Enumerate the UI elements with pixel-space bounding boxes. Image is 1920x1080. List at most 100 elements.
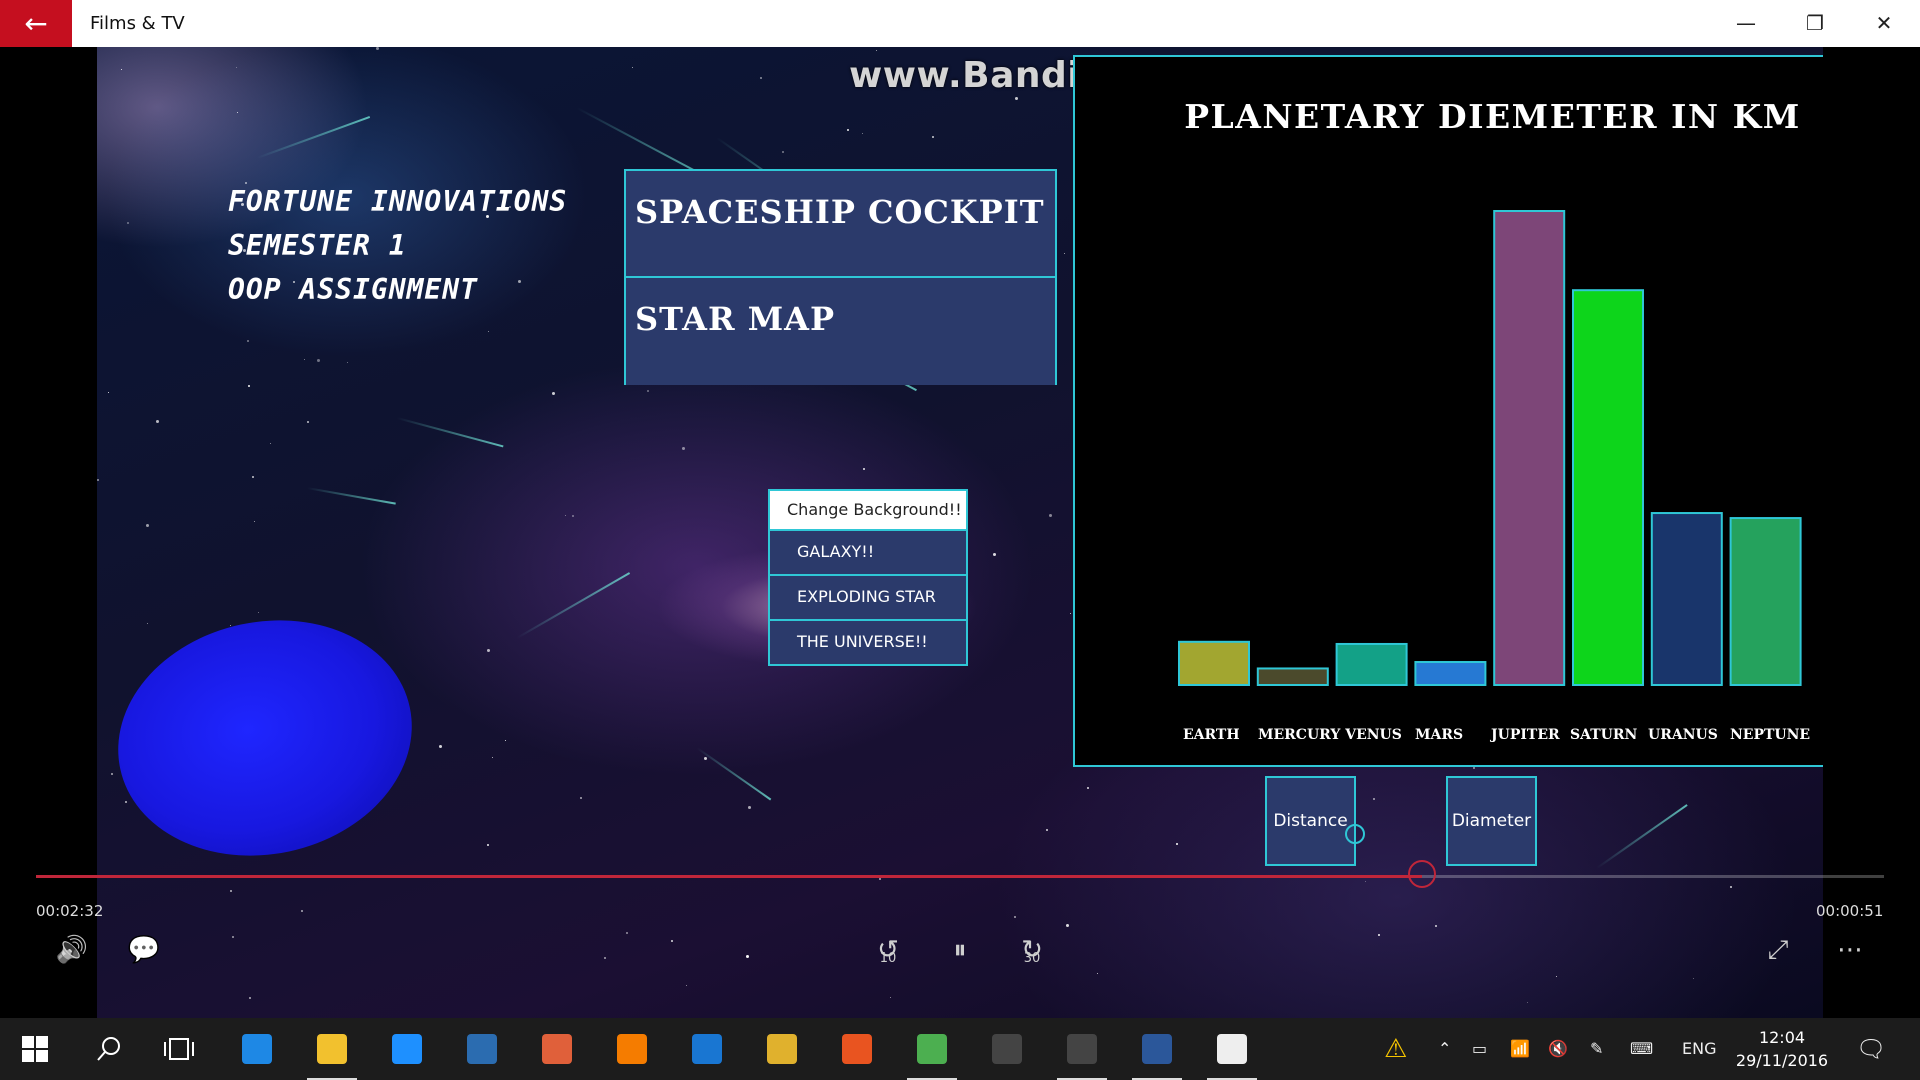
battery-icon[interactable]: ▭ <box>1472 1018 1487 1080</box>
back-button[interactable]: ← <box>0 0 72 47</box>
volume-button[interactable]: 🔊 <box>54 935 90 965</box>
pen-icon[interactable]: ✎ <box>1590 1018 1603 1080</box>
warning-icon[interactable]: ⚠ <box>1384 1018 1407 1080</box>
bar-saturn <box>1572 289 1644 686</box>
taskbar-app-ubuntu[interactable] <box>826 1018 888 1080</box>
seek-bar[interactable] <box>36 860 1884 888</box>
star-streak <box>516 572 631 639</box>
bg-option-galaxy[interactable]: GALAXY!! <box>768 531 968 576</box>
menu-spaceship-cockpit[interactable]: SPACESHIP COCKPIT <box>626 171 1055 278</box>
clock[interactable]: 12:04 29/11/2016 <box>1730 1026 1834 1072</box>
taskbar-app-word[interactable] <box>1126 1018 1188 1080</box>
more-button[interactable]: ⋯ <box>1830 935 1870 965</box>
search-button[interactable] <box>78 1018 140 1080</box>
volume-muted-icon[interactable]: 🔇 <box>1548 1018 1568 1080</box>
star-dot <box>97 479 99 481</box>
firefox-icon <box>617 1034 647 1064</box>
start-button[interactable] <box>4 1018 66 1080</box>
star-dot <box>863 468 865 470</box>
taskbar-app-dropbox[interactable] <box>376 1018 438 1080</box>
menu-star-map[interactable]: STAR MAP <box>626 278 1055 385</box>
bg-option-universe[interactable]: THE UNIVERSE!! <box>768 621 968 666</box>
star-dot <box>1097 973 1098 974</box>
taskbar-app-file-explorer[interactable] <box>301 1018 363 1080</box>
fullscreen-button[interactable]: ⤢ <box>1758 935 1798 966</box>
bar-mercury <box>1256 667 1329 687</box>
taskbar-app-firefox[interactable] <box>601 1018 663 1080</box>
taskbar-app-edge[interactable] <box>226 1018 288 1080</box>
star-dot <box>746 955 749 958</box>
star-dot <box>760 77 762 79</box>
minimize-button[interactable]: — <box>1712 0 1780 47</box>
search-icon <box>97 1037 120 1061</box>
star-dot <box>932 136 934 138</box>
app-p2-icon <box>1067 1034 1097 1064</box>
keyboard-icon[interactable]: ⌨ <box>1630 1018 1653 1080</box>
language-indicator[interactable]: ENG <box>1682 1018 1716 1080</box>
skip-back-button[interactable]: ↺ 10 <box>868 935 908 966</box>
pause-button[interactable]: ⏸ <box>940 935 980 966</box>
star-dot <box>876 50 877 51</box>
star-dot <box>1556 976 1557 977</box>
x-tick-label: MARS <box>1415 727 1463 743</box>
star-dot <box>1046 829 1048 831</box>
star-streak <box>306 487 396 505</box>
taskbar-app-touch[interactable] <box>451 1018 513 1080</box>
star-dot <box>111 773 113 775</box>
star-dot <box>230 890 232 892</box>
fullscreen-icon: ⤢ <box>1767 935 1789 965</box>
close-button[interactable]: ✕ <box>1850 0 1918 47</box>
subtitles-button[interactable]: 💬 <box>126 935 162 965</box>
diameter-button[interactable]: Diameter <box>1446 776 1537 866</box>
star-dot <box>249 997 251 999</box>
star-dot <box>993 553 996 556</box>
star-dot <box>632 67 633 68</box>
file-explorer-icon <box>317 1034 347 1064</box>
taskbar-app-gitkraken[interactable] <box>901 1018 963 1080</box>
wifi-icon[interactable]: 📶 <box>1510 1018 1530 1080</box>
bg-option-exploding-star[interactable]: EXPLODING STAR <box>768 576 968 621</box>
video-frame: www.Bandicam.com FORTUNE INNOVATIONS SEM… <box>97 47 1823 1018</box>
taskbar-app-app-p1[interactable] <box>976 1018 1038 1080</box>
chrome-icon <box>767 1034 797 1064</box>
taskbar-app-cc3[interactable] <box>676 1018 738 1080</box>
star-dot <box>236 67 237 68</box>
star-dot <box>376 47 379 50</box>
skip-forward-button[interactable]: ↻ 30 <box>1012 935 1052 966</box>
star-dot <box>686 985 687 986</box>
taskbar-app-films-tv[interactable] <box>1201 1018 1263 1080</box>
seek-thumb[interactable] <box>1408 860 1436 888</box>
distance-button[interactable]: Distance <box>1265 776 1356 866</box>
more-icon: ⋯ <box>1837 935 1863 965</box>
taskbar-app-app-p2[interactable] <box>1051 1018 1113 1080</box>
clock-date: 29/11/2016 <box>1735 1051 1829 1070</box>
taskbar-app-chrome[interactable] <box>751 1018 813 1080</box>
cc3-icon <box>692 1034 722 1064</box>
star-dot <box>248 385 250 387</box>
remaining-time: 00:00:51 <box>1816 902 1884 920</box>
notifications-icon[interactable]: 🗨 <box>1856 1018 1886 1080</box>
star-dot <box>1049 514 1052 517</box>
star-dot <box>252 476 254 478</box>
taskbar-app-paint[interactable] <box>526 1018 588 1080</box>
video-area[interactable]: www.Bandicam.com FORTUNE INNOVATIONS SEM… <box>0 47 1920 1018</box>
star-dot <box>782 151 784 153</box>
pause-icon: ⏸ <box>953 935 967 965</box>
star-dot <box>1527 1002 1528 1003</box>
tray-expand-icon[interactable]: ⌃ <box>1438 1018 1451 1080</box>
restore-icon: ❐ <box>1806 11 1824 35</box>
star-dot <box>237 112 238 113</box>
star-dot <box>890 997 891 998</box>
task-view-button[interactable] <box>148 1018 210 1080</box>
restore-button[interactable]: ❐ <box>1781 0 1849 47</box>
x-tick-label: JUPITER <box>1489 727 1560 743</box>
star-dot <box>1070 613 1071 614</box>
change-background-button[interactable]: Change Background!! <box>768 489 968 531</box>
star-dot <box>1014 916 1016 918</box>
subtitles-icon: 💬 <box>127 935 161 965</box>
star-dot <box>317 359 320 362</box>
star-dot <box>647 390 649 392</box>
taskbar: ⚠ ⌃ ▭ 📶 🔇 ✎ ⌨ ENG 12:04 29/11/2016 🗨 <box>0 1018 1920 1080</box>
films-tv-icon <box>1217 1034 1247 1064</box>
windows-icon <box>22 1036 48 1062</box>
